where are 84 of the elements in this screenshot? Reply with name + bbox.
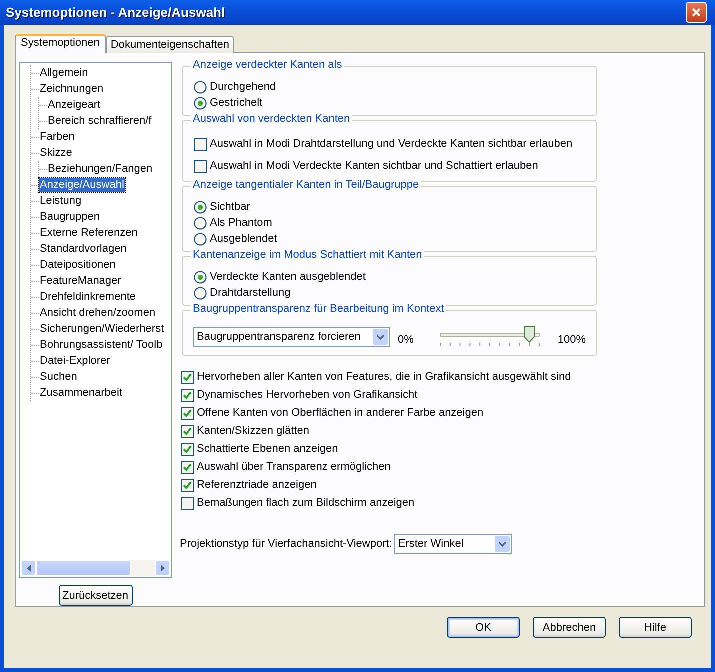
slider-min-label: 0% bbox=[398, 334, 414, 346]
checkbox[interactable] bbox=[181, 370, 194, 384]
slider[interactable] bbox=[440, 325, 540, 349]
checkbox-label: Offene Kanten von Oberflächen in anderer Farbe anzeigen bbox=[197, 407, 484, 419]
radio-button[interactable] bbox=[194, 232, 207, 246]
option-label: Auswahl in Modi Verdeckte Kanten sichtbar und Schattiert erlauben bbox=[210, 160, 538, 172]
group-title: Baugruppentransparenz für Bearbeitung im Kontext bbox=[191, 303, 446, 315]
tree-item[interactable]: Datei-Explorer bbox=[39, 354, 112, 368]
tab[interactable]: Dokumenteigenschaften bbox=[106, 36, 234, 53]
option-label: Als Phantom bbox=[210, 217, 272, 229]
scroll-left-button[interactable] bbox=[21, 560, 36, 576]
checkbox[interactable] bbox=[181, 424, 194, 438]
scroll-thumb[interactable] bbox=[36, 560, 131, 576]
checkbox-label: Bemaßungen flach zum Bildschirm anzeigen bbox=[197, 497, 415, 509]
window-title: Systemoptionen - Anzeige/Auswahl bbox=[6, 5, 226, 20]
tree-item[interactable]: Zusammenarbeit bbox=[39, 386, 124, 400]
tree-item[interactable]: Anzeige/Auswahl bbox=[39, 178, 126, 192]
radio-button[interactable] bbox=[194, 200, 207, 214]
radio-button[interactable] bbox=[194, 286, 207, 300]
checkbox-label: Auswahl über Transparenz ermöglichen bbox=[197, 461, 391, 473]
checkbox-label: Schattierte Ebenen anzeigen bbox=[197, 443, 338, 455]
dropdown[interactable]: Baugruppentransparenz forcieren bbox=[193, 327, 390, 347]
tree-item[interactable]: Baugruppen bbox=[39, 210, 101, 224]
tree-item[interactable]: Allgemein bbox=[39, 66, 90, 80]
checkbox[interactable] bbox=[194, 138, 207, 150]
checkbox[interactable] bbox=[194, 160, 207, 172]
tree-item[interactable]: Externe Referenzen bbox=[39, 226, 139, 240]
tree-item[interactable]: Dateipositionen bbox=[39, 258, 117, 272]
group-title: Anzeige verdeckter Kanten als bbox=[191, 59, 344, 71]
option-label: Auswahl in Modi Drahtdarstellung und Verdeckte Kanten sichtbar erlauben bbox=[210, 138, 573, 150]
option-label: Durchgehend bbox=[210, 81, 276, 93]
slider-max-label: 100% bbox=[558, 334, 586, 346]
tree-item[interactable]: Suchen bbox=[39, 370, 78, 384]
option-label: Verdeckte Kanten ausgeblendet bbox=[210, 271, 366, 283]
close-icon bbox=[692, 8, 701, 17]
group-title: Anzeige tangentialer Kanten in Teil/Baugruppe bbox=[191, 179, 422, 191]
checkbox[interactable] bbox=[181, 388, 194, 402]
tree-item[interactable]: Anzeigeart bbox=[47, 98, 102, 112]
radio-button[interactable] bbox=[194, 216, 207, 230]
option-label: Ausgeblendet bbox=[210, 233, 278, 245]
tree-item[interactable]: Bereich schraffieren/f bbox=[47, 114, 153, 128]
close-button[interactable] bbox=[686, 2, 707, 23]
checkbox[interactable] bbox=[181, 442, 194, 456]
slider-thumb[interactable] bbox=[524, 326, 535, 343]
dialog-button[interactable]: Hilfe bbox=[619, 617, 692, 638]
dialog-button[interactable]: OK bbox=[447, 617, 520, 638]
radio-button[interactable] bbox=[194, 270, 207, 284]
tree-item[interactable]: Ansicht drehen/zoomen bbox=[39, 306, 157, 320]
chevron-down-icon bbox=[377, 334, 384, 340]
checkbox[interactable] bbox=[181, 460, 194, 474]
checkbox-label: Kanten/Skizzen glätten bbox=[197, 425, 310, 437]
checkbox[interactable] bbox=[181, 496, 194, 510]
group-title: Auswahl von verdeckten Kanten bbox=[191, 113, 352, 125]
tree-item[interactable]: Standardvorlagen bbox=[39, 242, 128, 256]
option-label: Drahtdarstellung bbox=[210, 287, 291, 299]
reset-button[interactable]: Zurücksetzen bbox=[58, 585, 132, 606]
checkbox-label: Dynamisches Hervorheben von Grafikansicht bbox=[197, 389, 418, 401]
tree-item[interactable]: Leistung bbox=[39, 194, 83, 208]
checkbox[interactable] bbox=[181, 406, 194, 420]
option-label: Sichtbar bbox=[210, 201, 250, 213]
checkbox-label: Hervorheben aller Kanten von Features, die in Grafikansicht ausgewählt sind bbox=[197, 371, 572, 383]
horizontal-scrollbar[interactable] bbox=[21, 560, 170, 576]
checkbox-label: Referenztriade anzeigen bbox=[197, 479, 317, 491]
checkbox[interactable] bbox=[181, 478, 194, 492]
tree-item[interactable]: Sicherungen/Wiederherst bbox=[39, 322, 166, 336]
chevron-down-icon bbox=[499, 542, 506, 546]
tree-item[interactable]: Beziehungen/Fangen bbox=[47, 162, 154, 176]
radio-button[interactable] bbox=[194, 96, 207, 110]
dropdown[interactable]: Erster Winkel bbox=[394, 534, 512, 554]
tree-item[interactable]: FeatureManager bbox=[39, 274, 122, 288]
left-arrow-icon bbox=[26, 564, 30, 572]
tree-item[interactable]: Drehfeldinkremente bbox=[39, 290, 137, 304]
radio-button[interactable] bbox=[194, 80, 207, 94]
tree-item[interactable]: Bohrungsassistent/ Toolb bbox=[39, 338, 164, 352]
tab[interactable]: Systemoptionen bbox=[15, 34, 106, 53]
option-label: Gestrichelt bbox=[210, 97, 263, 109]
tree-item[interactable]: Farben bbox=[39, 130, 76, 144]
group-title: Kantenanzeige im Modus Schattiert mit Kanten bbox=[191, 249, 424, 261]
scroll-right-button[interactable] bbox=[155, 560, 170, 576]
dialog-button[interactable]: Abbrechen bbox=[533, 617, 606, 638]
tree-item[interactable]: Skizze bbox=[39, 146, 74, 160]
right-arrow-icon bbox=[160, 564, 164, 572]
tree-item[interactable]: Zeichnungen bbox=[39, 82, 105, 96]
field-label: Projektionstyp für Vierfachansicht-Viewport: bbox=[180, 538, 392, 550]
